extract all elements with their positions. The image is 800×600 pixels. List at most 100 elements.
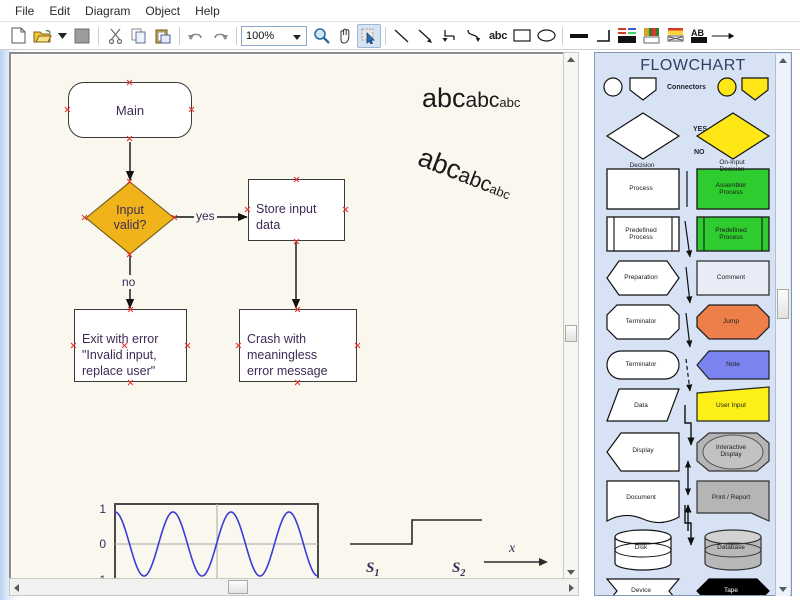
application-window: File Edit Diagram Object Help 100% abc A… [0, 0, 800, 600]
palette-label-disk[interactable]: Disk [609, 540, 673, 556]
menu-edit[interactable]: Edit [42, 2, 77, 20]
palette-shape-on-input-decision [695, 112, 771, 160]
palette-label-jump[interactable]: Jump [697, 305, 765, 339]
palette-label-predefined-process[interactable]: Predefined Process [607, 217, 675, 251]
scroll-down-arrow-icon[interactable] [779, 587, 787, 592]
text-sample-part-large: abc [422, 83, 466, 113]
palette-label-note[interactable]: Note [699, 351, 767, 379]
line-tool-icon[interactable] [390, 24, 414, 48]
cut-scissors-icon[interactable] [103, 24, 127, 48]
zoom-level-combobox[interactable]: 100% [241, 25, 307, 46]
diagram-canvas[interactable]: Main Input valid? yes no Store input dat… [9, 52, 574, 580]
palette-label-print-report[interactable]: Print / Report [697, 481, 765, 515]
arrow-style-icon[interactable] [711, 24, 735, 48]
copy-icon[interactable] [127, 24, 151, 48]
flow-node-main[interactable]: Main [68, 82, 192, 138]
svg-text:0: 0 [99, 537, 106, 551]
toolbar-separator [179, 26, 180, 45]
palette-shape-connector-pentagon-yellow [741, 77, 769, 101]
text-tool-icon[interactable]: abc [486, 24, 510, 48]
shape-palette: FLOWCHART Connectors YES NO Decision On-… [594, 52, 792, 596]
new-document-icon[interactable] [6, 24, 30, 48]
line-corner-icon[interactable] [591, 24, 615, 48]
sine-plot[interactable]: 1 0 -1 -10 0 10 x [73, 496, 323, 580]
palette-connectors-label: Connectors [667, 84, 706, 91]
ellipse-tool-icon[interactable] [534, 24, 558, 48]
paste-icon[interactable] [151, 24, 175, 48]
zoom-magnifier-icon[interactable] [309, 24, 333, 48]
palette-label-assembler-process[interactable]: Assembler Process [697, 169, 765, 209]
scrollbar-thumb[interactable] [565, 325, 577, 342]
zoom-level-value: 100% [246, 29, 275, 42]
palette-label-user-input[interactable]: User Input [697, 391, 765, 421]
pan-hand-icon[interactable] [333, 24, 357, 48]
arrow-tool-icon[interactable] [414, 24, 438, 48]
save-icon[interactable] [70, 24, 94, 48]
palette-label-terminator-rounded[interactable]: Terminator [607, 351, 675, 379]
palette-label-interactive-display[interactable]: Interactive Display [697, 433, 765, 469]
palette-label-process[interactable]: Process [607, 169, 675, 209]
palette-label-data[interactable]: Data [607, 391, 675, 421]
scrollbar-thumb[interactable] [228, 580, 248, 594]
flow-node-exit-error[interactable]: Exit with error "Invalid input, replace … [74, 309, 187, 382]
canvas-horizontal-scrollbar[interactable] [9, 578, 579, 596]
svg-text:S1: S1 [366, 560, 379, 579]
text-color-icon[interactable]: AB [687, 24, 711, 48]
palette-label-tape[interactable]: Tape [697, 580, 765, 600]
toolbar-separator [236, 26, 237, 45]
redo-icon[interactable] [208, 24, 232, 48]
text-sample-part-medium: abc [465, 89, 500, 112]
palette-shape-decision [605, 112, 681, 160]
scroll-up-arrow-icon[interactable] [779, 58, 787, 63]
gradient-icon[interactable] [663, 24, 687, 48]
svg-text:AB: AB [691, 28, 704, 38]
palette-shape-connector-circle-yellow [717, 77, 737, 97]
scroll-down-arrow-icon[interactable] [567, 570, 575, 575]
elbow-connector-icon[interactable] [438, 24, 462, 48]
scroll-up-arrow-icon[interactable] [567, 57, 575, 62]
line-style-icon[interactable] [615, 24, 639, 48]
chevron-down-icon[interactable] [293, 34, 301, 40]
toolbar-separator [562, 26, 563, 45]
flow-node-store-input-label: Store input data [256, 202, 317, 232]
palette-shape-connector-circle [603, 77, 623, 97]
menu-bar: File Edit Diagram Object Help [0, 0, 800, 22]
open-folder-icon[interactable] [30, 24, 54, 48]
scroll-left-arrow-icon[interactable] [14, 584, 19, 592]
svg-text:x: x [508, 541, 516, 556]
select-pointer-icon[interactable] [357, 23, 381, 48]
menu-file[interactable]: File [8, 2, 41, 20]
text-sample-part-small: abc [499, 95, 521, 110]
flow-node-decision[interactable]: Input valid? [85, 181, 175, 255]
palette-label-comment[interactable]: Comment [697, 261, 765, 295]
scroll-right-arrow-icon[interactable] [569, 584, 574, 592]
palette-label-preparation[interactable]: Preparation [607, 261, 675, 295]
line-width-icon[interactable] [567, 24, 591, 48]
edge-label-yes: yes [194, 209, 217, 223]
undo-icon[interactable] [184, 24, 208, 48]
palette-label-terminator[interactable]: Terminator [607, 305, 675, 339]
rectangle-tool-icon[interactable] [510, 24, 534, 48]
palette-label-device[interactable]: Device [607, 580, 675, 600]
svg-text:S2: S2 [452, 560, 465, 579]
menu-object[interactable]: Object [138, 2, 187, 20]
open-dropdown-caret-icon[interactable] [54, 24, 70, 48]
canvas-vertical-scrollbar[interactable] [563, 52, 579, 580]
flow-node-main-label: Main [115, 102, 145, 118]
step-interface-diagram[interactable]: S1 S2 x x = 0 [344, 506, 569, 580]
palette-label-predefined-process-green[interactable]: Predefined Process [697, 217, 765, 251]
palette-label-database[interactable]: Database [699, 540, 763, 556]
text-sample-horizontal[interactable]: abcabcabc [422, 83, 520, 114]
palette-label-document[interactable]: Document [607, 481, 675, 515]
menu-diagram[interactable]: Diagram [78, 2, 137, 20]
menu-help[interactable]: Help [188, 2, 227, 20]
palette-title: FLOWCHART [640, 57, 746, 74]
curve-connector-icon[interactable] [462, 24, 486, 48]
fill-color-icon[interactable] [639, 24, 663, 48]
flow-node-store-input[interactable]: Store input data [248, 179, 345, 241]
palette-label-display[interactable]: Display [609, 433, 677, 469]
edge-label-no: no [120, 275, 138, 289]
flow-node-crash[interactable]: Crash with meaningless error message [239, 309, 357, 382]
text-tool-label: abc [488, 29, 508, 42]
flow-node-exit-error-label: Exit with error "Invalid input, replace … [82, 332, 159, 378]
